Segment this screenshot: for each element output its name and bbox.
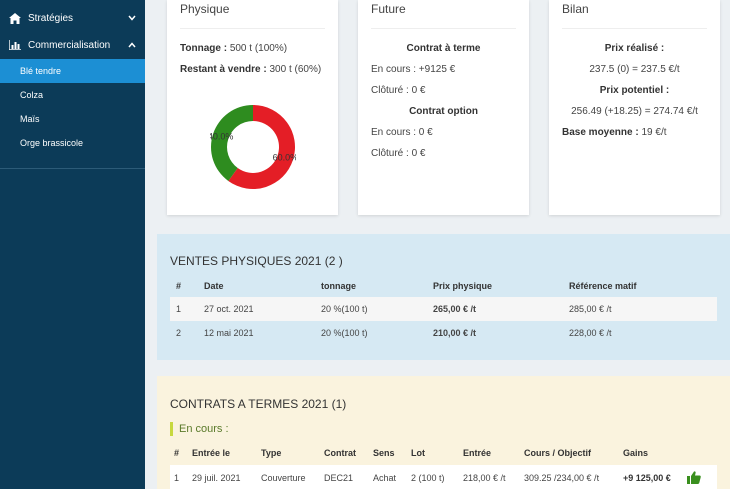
sidebar-item-label: Blé tendre [20,66,62,76]
card-title: Bilan [562,2,589,16]
table-row[interactable]: 2 12 mai 2021 20 %(100 t) 210,00 € /t 22… [170,321,717,345]
column-header: Type [261,448,282,458]
sidebar-group-label: Stratégies [28,12,74,24]
sidebar-group-strategies[interactable]: Stratégies [0,6,145,30]
card-title: Physique [180,2,230,16]
chevron-down-icon [127,13,137,23]
ventes-physiques-panel: VENTES PHYSIQUES 2021 (2 ) # Date tonnag… [157,234,730,360]
cell: 12 mai 2021 [198,321,315,345]
column-header: Lot [411,448,425,458]
sidebar-group-commercialisation[interactable]: Commercialisation [0,33,145,57]
column-header: Entrée le [192,448,231,458]
option-cloture: Clôturé : 0 € [371,148,426,159]
cell: 29 juil. 2021 [188,465,257,489]
ventes-table: # Date tonnage Prix physique Référence m… [170,275,717,345]
column-header: Prix physique [433,281,493,291]
cell: 27 oct. 2021 [198,297,315,321]
cell: 228,00 € /t [563,321,717,345]
table-header-row: # Entrée le Type Contrat Sens Lot Entrée… [170,441,717,465]
divider [371,28,516,29]
cell: 309.25 /234,00 € /t [520,465,619,489]
donut-label-remaining: 60.0% [273,153,296,163]
sidebar-item-label: Colza [20,90,44,100]
bilan-card: Bilan Prix réalisé : 237.5 (0) = 237.5 €… [549,0,720,215]
cell: Achat [369,465,407,489]
column-header: Sens [373,448,395,458]
gains-cell: +9 125,00 € [619,465,717,489]
option-encours: En cours : 0 € [371,127,433,138]
tonnage-value: 500 t (100%) [229,43,288,54]
sidebar-divider [0,168,145,169]
restant-line: Restant à vendre : 300 t (60%) [180,63,325,77]
cell: 218,00 € /t [459,465,520,489]
contrats-table: # Entrée le Type Contrat Sens Lot Entrée… [170,441,717,489]
home-icon [8,12,22,24]
donut-slice-sold [211,105,253,181]
sidebar-item-label: Orge brassicole [20,138,84,148]
panel-title: VENTES PHYSIQUES 2021 (2 ) [170,254,343,268]
column-header: Référence matif [569,281,637,291]
contrat-option-heading: Contrat option [409,106,478,117]
base-moyenne-line: Base moyenne : 19 €/t [562,126,707,140]
cell: 20 %(100 t) [315,321,427,345]
divider [562,28,707,29]
divider [180,28,325,29]
chevron-up-icon [127,40,137,50]
cell: Couverture [257,465,320,489]
base-label: Base moyenne : [562,127,639,138]
sidebar-item-mais[interactable]: Maïs [0,107,145,131]
sidebar-group-label: Commercialisation [28,39,111,51]
cell: 1 [170,465,188,489]
donut-label-sold: 40.0% [210,131,233,141]
cell: 1 [170,297,198,321]
terme-cloture: Clôturé : 0 € [371,85,426,96]
contrat-terme-heading: Contrat à terme [406,43,481,54]
cell: DEC21 [320,465,369,489]
prix-realise-value: 237.5 (0) = 237.5 €/t [589,64,680,75]
sidebar-item-label: Maïs [20,114,40,124]
table-row[interactable]: 1 27 oct. 2021 20 %(100 t) 265,00 € /t 2… [170,297,717,321]
cell: 285,00 € /t [563,297,717,321]
column-header: Contrat [324,448,356,458]
gains-value: +9 125,00 € [623,472,671,483]
column-header: # [174,448,180,458]
bar-chart-icon [8,40,22,50]
table-row[interactable]: 1 29 juil. 2021 Couverture DEC21 Achat 2… [170,465,717,489]
sidebar-item-ble-tendre[interactable]: Blé tendre [0,59,145,83]
cell: 2 (100 t) [407,465,459,489]
prix-potentiel-heading: Prix potentiel : [599,85,670,96]
tonnage-label: Tonnage : [180,43,228,54]
prix-potentiel-value: 256.49 (+18.25) = 274.74 €/t [571,106,698,117]
contrats-termes-panel: CONTRATS A TERMES 2021 (1) En cours : # … [157,376,730,489]
column-header: Gains [623,448,649,458]
column-header: Date [204,281,224,291]
tonnage-line: Tonnage : 500 t (100%) [180,42,325,56]
base-value: 19 €/t [641,127,667,138]
cell: 2 [170,321,198,345]
column-header: tonnage [321,281,356,291]
column-header: Entrée [463,448,492,458]
future-card: Future Contrat à terme En cours : +9125 … [358,0,529,215]
restant-label: Restant à vendre : [180,64,267,75]
terme-encours: En cours : +9125 € [371,64,456,75]
sidebar: Stratégies Commercialisation Blé tendre … [0,0,145,489]
card-title: Future [371,2,406,16]
column-header: # [176,281,182,291]
panel-title: CONTRATS A TERMES 2021 (1) [170,397,347,411]
cell: 20 %(100 t) [315,297,427,321]
prix-realise-heading: Prix réalisé : [604,43,665,54]
table-header-row: # Date tonnage Prix physique Référence m… [170,275,717,297]
sidebar-item-orge-brassicole[interactable]: Orge brassicole [0,131,145,155]
cell: 265,00 € /t [427,297,563,321]
restant-value: 300 t (60%) [269,64,322,75]
thumbs-up-icon [687,470,702,486]
tonnage-donut-chart: 40.0% 60.0% [210,105,296,189]
en-cours-subtitle: En cours : [170,422,229,436]
cell: 210,00 € /t [427,321,563,345]
sidebar-item-colza[interactable]: Colza [0,83,145,107]
column-header: Cours / Objectif [524,448,592,458]
